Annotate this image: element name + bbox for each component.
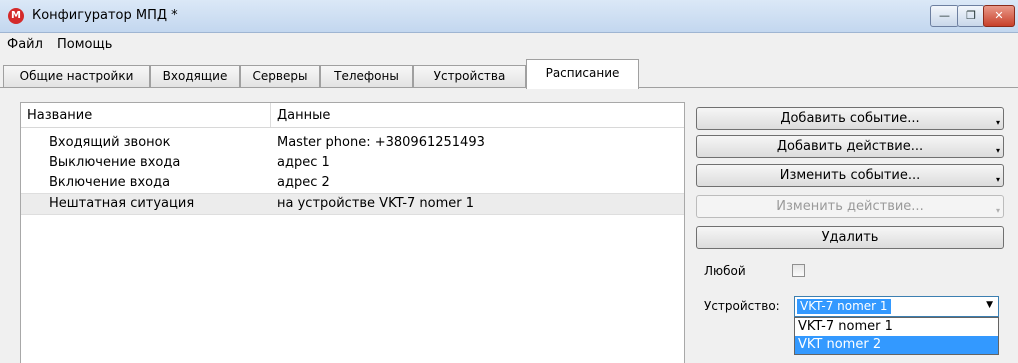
add-action-label: Добавить действие... xyxy=(776,139,924,154)
list-row[interactable]: Включение входа адрес 2 xyxy=(21,173,684,193)
device-selected-value: VKT-7 nomer 1 xyxy=(797,299,891,314)
edit-action-label: Изменить действие... xyxy=(776,199,924,214)
dropdown-arrow-icon: ▾ xyxy=(995,118,1000,127)
tab-general-settings[interactable]: Общие настройки xyxy=(3,65,150,87)
device-select[interactable]: VKT-7 nomer 1 ▼ xyxy=(794,296,999,317)
dropdown-arrow-icon: ▾ xyxy=(995,175,1000,184)
row-data: на устройстве VKT-7 nomer 1 xyxy=(277,196,475,211)
tab-schedule[interactable]: Расписание xyxy=(526,59,639,89)
delete-button[interactable]: Удалить xyxy=(696,226,1004,249)
list-row[interactable]: Выключение входа адрес 1 xyxy=(21,153,684,173)
row-name: Входящий звонок xyxy=(49,135,171,150)
device-option[interactable]: VKT-7 nomer 1 xyxy=(795,318,998,336)
dropdown-arrow-icon: ▾ xyxy=(995,206,1000,215)
row-data: адрес 2 xyxy=(277,175,330,190)
any-label: Любой xyxy=(704,264,746,278)
row-name: Включение входа xyxy=(49,175,171,190)
chevron-down-icon[interactable]: ▼ xyxy=(986,300,993,310)
maximize-button[interactable]: ❐ xyxy=(957,5,985,27)
edit-action-button[interactable]: Изменить действие... ▾ xyxy=(696,195,1004,218)
column-header-data[interactable]: Данные xyxy=(277,108,330,123)
tab-strip: Общие настройки Входящие Серверы Телефон… xyxy=(0,55,1018,89)
add-event-label: Добавить событие... xyxy=(780,111,920,126)
row-name: Нештатная ситуация xyxy=(49,196,195,211)
row-data: Master phone: +380961251493 xyxy=(277,135,485,150)
any-checkbox[interactable] xyxy=(792,264,805,277)
title-bar: M Конфигуратор МПД * — ❐ ✕ xyxy=(0,0,1018,33)
delete-label: Удалить xyxy=(821,230,879,245)
edit-event-button[interactable]: Изменить событие... ▾ xyxy=(696,164,1004,187)
window-title: Конфигуратор МПД * xyxy=(32,8,178,23)
device-option-highlighted[interactable]: VKT nomer 2 xyxy=(795,336,998,354)
dropdown-arrow-icon: ▾ xyxy=(995,146,1000,155)
add-action-button[interactable]: Добавить действие... ▾ xyxy=(696,135,1004,158)
tab-servers[interactable]: Серверы xyxy=(240,65,320,87)
list-row-selected[interactable]: Нештатная ситуация на устройстве VKT-7 n… xyxy=(21,193,684,215)
device-label: Устройство: xyxy=(704,299,780,313)
list-row[interactable]: Входящий звонок Master phone: +380961251… xyxy=(21,133,684,153)
edit-event-label: Изменить событие... xyxy=(779,168,921,183)
app-logo-icon: M xyxy=(8,8,24,24)
column-header-name[interactable]: Название xyxy=(27,108,92,123)
row-name: Выключение входа xyxy=(49,155,181,170)
menu-help[interactable]: Помощь xyxy=(57,37,112,52)
tab-incoming[interactable]: Входящие xyxy=(150,65,240,87)
tab-devices[interactable]: Устройства xyxy=(413,65,526,87)
device-dropdown-list: VKT-7 nomer 1 VKT nomer 2 xyxy=(794,317,999,355)
events-list[interactable]: Название Данные Входящий звонок Master p… xyxy=(20,102,685,363)
column-divider[interactable] xyxy=(270,103,271,127)
menu-file[interactable]: Файл xyxy=(7,37,43,52)
add-event-button[interactable]: Добавить событие... ▾ xyxy=(696,107,1004,130)
close-button[interactable]: ✕ xyxy=(983,5,1015,27)
row-data: адрес 1 xyxy=(277,155,330,170)
minimize-button[interactable]: — xyxy=(930,5,959,27)
list-header: Название Данные xyxy=(21,103,684,128)
menu-bar: Файл Помощь xyxy=(0,33,1018,55)
tab-phones[interactable]: Телефоны xyxy=(320,65,413,87)
